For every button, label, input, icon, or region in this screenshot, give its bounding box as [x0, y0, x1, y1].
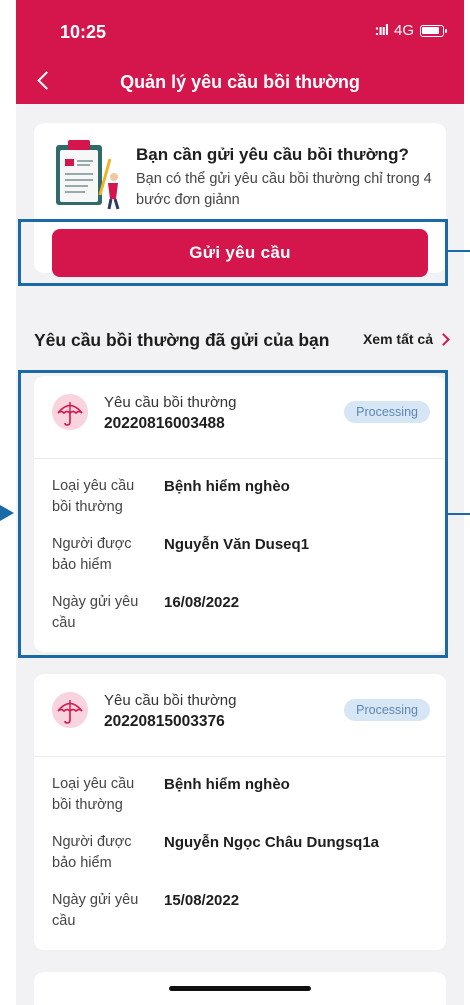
battery-icon: [420, 24, 447, 37]
status-icons: :ııl 4G: [374, 22, 447, 39]
claim-type-label: Loại yêu cầu bồi thường: [52, 776, 135, 813]
claim-card[interactable]: Yêu cầu bồi thường 20220815003376 Proces…: [34, 674, 446, 950]
view-all-link[interactable]: Xem tất cả: [362, 331, 450, 347]
section-title: Yêu cầu bồi thường đã gửi của bạn: [34, 330, 330, 350]
signal-icon: :ııl: [374, 22, 388, 39]
insured-person-value: Nguyễn Ngọc Châu Dungsq1a: [164, 834, 380, 851]
pointer-arrow: [0, 505, 14, 521]
chevron-right-icon: [437, 332, 450, 346]
submit-date-label: Ngày gửi yêu cầu: [52, 892, 139, 929]
claim-number: 20220815003376: [104, 713, 225, 730]
highlight-box-button: [18, 219, 448, 286]
highlight-box-card: [18, 370, 448, 658]
claim-label: Yêu cầu bồi thường: [104, 692, 237, 709]
network-label: 4G: [393, 22, 414, 39]
insured-person-label: Người được bảo hiểm: [52, 834, 132, 871]
promo-description: Bạn có thể gửi yêu cầu bồi thường chỉ tr…: [136, 171, 432, 208]
page-title: Quản lý yêu cầu bồi thường: [120, 72, 360, 92]
home-indicator: [169, 986, 311, 991]
clipboard-illustration: [56, 140, 120, 210]
app-header: 10:25 :ııl 4G Quản lý yêu cầu bồi thường: [16, 0, 464, 104]
connector-line: [448, 513, 470, 515]
status-badge: Processing: [344, 699, 430, 721]
connector-line: [448, 250, 470, 252]
submit-date-value: 15/08/2022: [164, 892, 240, 909]
status-time: 10:25: [60, 22, 107, 42]
claim-type-value: Bệnh hiểm nghèo: [164, 776, 290, 793]
view-all-label: Xem tất cả: [362, 331, 433, 347]
promo-title: Bạn cần gửi yêu cầu bồi thường?: [136, 145, 409, 164]
umbrella-icon: [52, 692, 88, 728]
divider: [34, 756, 446, 757]
